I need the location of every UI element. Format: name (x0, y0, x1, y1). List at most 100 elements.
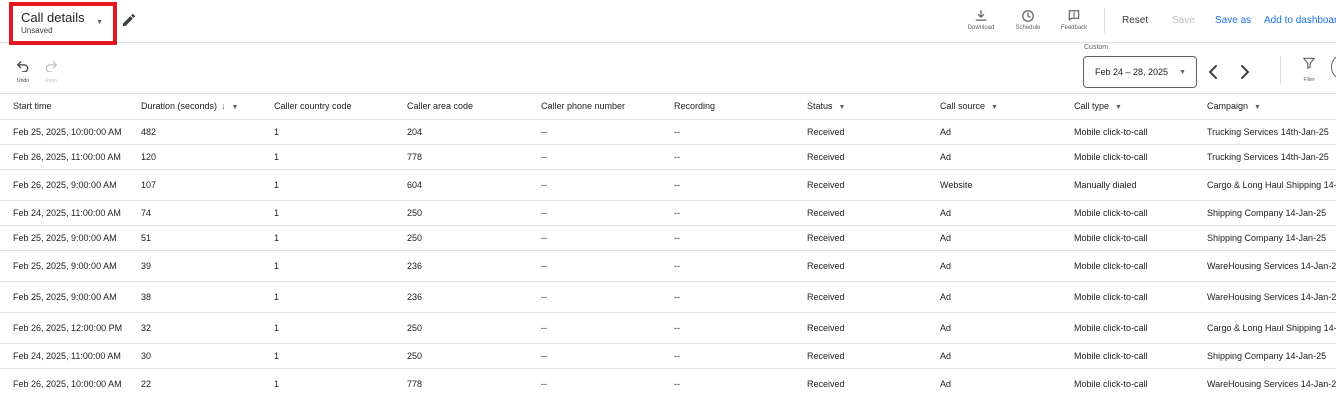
table-row[interactable]: Feb 26, 2025, 12:00:00 PM 32 1 250 -- -- Recei… (0, 312, 1336, 344)
table-body: Feb 25, 2025, 10:00:00 AM 482 1 204 -- -- Rece… (0, 119, 1336, 395)
caret-down-icon[interactable]: ▼ (232, 104, 239, 111)
column-header-caller-phone-number[interactable]: Caller phone number (528, 94, 661, 120)
cell-start-time: Feb 25, 2025, 9:00:00 AM (0, 225, 128, 251)
redo-label: Redo (45, 78, 57, 84)
cell-recording: -- (661, 225, 794, 251)
cell-call-type: Mobile click-to-call (1061, 225, 1194, 251)
cell-start-time: Feb 26, 2025, 12:00:00 PM (0, 312, 128, 344)
chevron-right-icon[interactable] (1239, 64, 1251, 80)
column-header-call-source[interactable]: Call source ▼ (927, 94, 1061, 120)
cell-recording: -- (661, 169, 794, 201)
table-row[interactable]: Feb 25, 2025, 9:00:00 AM 51 1 250 -- -- Receiv… (0, 225, 1336, 251)
pencil-icon[interactable] (121, 12, 137, 28)
caret-down-icon[interactable]: ▼ (991, 104, 998, 111)
report-header: Call details Unsaved ▼ Download Schedule… (0, 0, 1336, 45)
cell-call-source: Ad (927, 250, 1061, 282)
feedback-button[interactable]: Feedback (1054, 9, 1094, 31)
table-row[interactable]: Feb 26, 2025, 9:00:00 AM 107 1 604 -- -- Recei… (0, 169, 1336, 201)
cell-status: Received (794, 144, 927, 170)
cell-call-source: Ad (927, 343, 1061, 369)
cell-duration: 22 (128, 368, 261, 395)
table-row[interactable]: Feb 25, 2025, 10:00:00 AM 482 1 204 -- -- Rece… (0, 119, 1336, 145)
cell-call-source: Ad (927, 281, 1061, 313)
caret-down-icon[interactable]: ▼ (839, 104, 846, 111)
cell-caller-area-code: 250 (394, 200, 528, 226)
caret-down-icon[interactable]: ▼ (1254, 104, 1261, 111)
caret-down-icon[interactable]: ▼ (1115, 104, 1122, 111)
cell-campaign: WareHousing Services 14-Jan-25 (1194, 281, 1336, 313)
cell-call-type: Mobile click-to-call (1061, 200, 1194, 226)
cell-call-type: Manually dialed (1061, 169, 1194, 201)
save-as-button[interactable]: Save as (1215, 15, 1251, 26)
table-row[interactable]: Feb 26, 2025, 11:00:00 AM 120 1 778 -- -- Rece… (0, 144, 1336, 170)
cell-campaign: Cargo & Long Haul Shipping 14-Jan-25 (1194, 312, 1336, 344)
cell-status: Received (794, 200, 927, 226)
column-header-status[interactable]: Status ▼ (794, 94, 927, 120)
cell-call-source: Website (927, 169, 1061, 201)
cell-recording: -- (661, 119, 794, 145)
cell-caller-phone-number: -- (528, 119, 661, 145)
toolbar-divider (1280, 56, 1281, 84)
cell-caller-country-code: 1 (261, 225, 394, 251)
column-header-call-type[interactable]: Call type ▼ (1061, 94, 1194, 120)
download-label: Download (967, 25, 995, 31)
date-range-picker[interactable]: Feb 24 – 28, 2025 ▼ (1083, 56, 1197, 88)
table-row[interactable]: Feb 25, 2025, 9:00:00 AM 38 1 236 -- -- Receiv… (0, 281, 1336, 313)
cell-caller-phone-number: -- (528, 200, 661, 226)
cell-caller-area-code: 778 (394, 144, 528, 170)
cell-call-source: Ad (927, 225, 1061, 251)
cell-caller-phone-number: -- (528, 144, 661, 170)
cell-caller-country-code: 1 (261, 200, 394, 226)
date-range-value: Feb 24 – 28, 2025 (1095, 67, 1169, 77)
cell-campaign: WareHousing Services 14-Jan-25 (1194, 368, 1336, 395)
download-button[interactable]: Download (961, 9, 1001, 31)
cell-caller-phone-number: -- (528, 343, 661, 369)
undo-icon (17, 61, 29, 73)
sort-descending-icon[interactable]: ↓ (221, 101, 226, 111)
table-row[interactable]: Feb 26, 2025, 10:00:00 AM 22 1 778 -- -- Recei… (0, 368, 1336, 395)
cell-caller-phone-number: -- (528, 312, 661, 344)
cell-caller-area-code: 778 (394, 368, 528, 395)
add-to-dashboard-button[interactable]: Add to dashboard (1264, 15, 1336, 26)
cell-call-source: Ad (927, 119, 1061, 145)
cell-call-type: Mobile click-to-call (1061, 281, 1194, 313)
more-options-button[interactable] (1331, 55, 1336, 79)
reset-button[interactable]: Reset (1122, 15, 1148, 26)
cell-duration: 120 (128, 144, 261, 170)
cell-duration: 482 (128, 119, 261, 145)
chevron-left-icon[interactable] (1207, 64, 1219, 80)
cell-call-type: Mobile click-to-call (1061, 368, 1194, 395)
table-row[interactable]: Feb 25, 2025, 9:00:00 AM 39 1 236 -- -- Receiv… (0, 250, 1336, 282)
column-header-campaign[interactable]: Campaign ▼ (1194, 94, 1336, 120)
cell-caller-area-code: 250 (394, 225, 528, 251)
save-button[interactable]: Save (1172, 15, 1195, 26)
cell-recording: -- (661, 250, 794, 282)
cell-caller-country-code: 1 (261, 281, 394, 313)
column-header-caller-area-code[interactable]: Caller area code (394, 94, 528, 120)
undo-label: Undo (17, 78, 29, 84)
feedback-label: Feedback (1060, 25, 1088, 31)
cell-call-type: Mobile click-to-call (1061, 144, 1194, 170)
redo-button[interactable]: Redo (39, 59, 63, 84)
column-header-caller-country-code[interactable]: Caller country code (261, 94, 394, 120)
undo-button[interactable]: Undo (11, 59, 35, 84)
cell-call-source: Ad (927, 312, 1061, 344)
cell-status: Received (794, 281, 927, 313)
cell-call-type: Mobile click-to-call (1061, 250, 1194, 282)
report-title-selector[interactable]: Call details Unsaved ▼ (9, 2, 117, 45)
column-header-start-time[interactable]: Start time (0, 94, 128, 120)
table-row[interactable]: Feb 24, 2025, 11:00:00 AM 74 1 250 -- -- Recei… (0, 200, 1336, 226)
cell-status: Received (794, 250, 927, 282)
filter-button[interactable]: Filter (1297, 56, 1321, 83)
cell-status: Received (794, 343, 927, 369)
cell-start-time: Feb 26, 2025, 11:00:00 AM (0, 144, 128, 170)
cell-caller-area-code: 250 (394, 343, 528, 369)
column-header-recording[interactable]: Recording (661, 94, 794, 120)
column-header-duration[interactable]: Duration (seconds) ↓ ▼ (128, 94, 261, 120)
cell-call-type: Mobile click-to-call (1061, 343, 1194, 369)
cell-start-time: Feb 24, 2025, 11:00:00 AM (0, 200, 128, 226)
schedule-button[interactable]: Schedule (1008, 9, 1048, 31)
cell-recording: -- (661, 200, 794, 226)
table-row[interactable]: Feb 24, 2025, 11:00:00 AM 30 1 250 -- -- Recei… (0, 343, 1336, 369)
cell-caller-area-code: 204 (394, 119, 528, 145)
